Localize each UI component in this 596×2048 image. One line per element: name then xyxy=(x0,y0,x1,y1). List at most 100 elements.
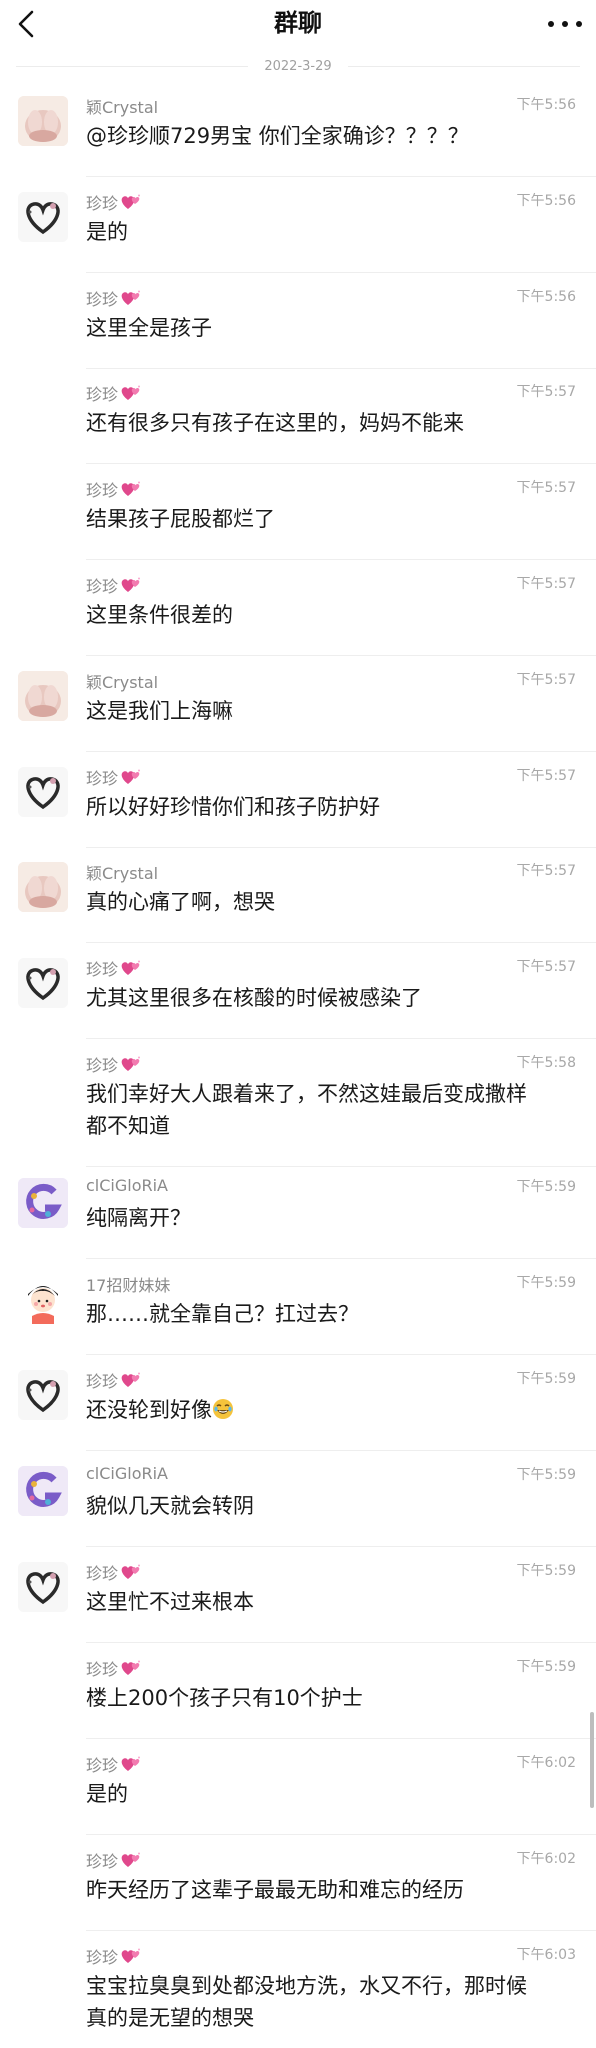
message-text-line: 都不知道 xyxy=(86,1114,170,1138)
message-text: 这里忙不过来根本 xyxy=(86,1586,572,1618)
sender-name-text: 珍珍 xyxy=(86,385,119,404)
avatar[interactable] xyxy=(18,862,68,912)
message-divider xyxy=(86,1834,596,1835)
heart-emoji-icon xyxy=(120,1371,142,1389)
message-text: 楼上200个孩子只有10个护士 xyxy=(86,1682,572,1714)
message-text-line: 真的是无望的想哭 xyxy=(86,2006,254,2030)
sender-name: 珍珍 xyxy=(86,286,142,310)
message-text: 宝宝拉臭臭到处都没地方洗，水又不行，那时候 真的是无望的想哭 xyxy=(86,1970,572,2034)
avatar[interactable] xyxy=(18,1370,68,1420)
sender-name: 珍珍 xyxy=(86,477,142,501)
heart-emoji-icon xyxy=(120,1851,142,1869)
message-divider xyxy=(86,1642,596,1643)
sender-name-text: 颖Crystal xyxy=(86,864,159,883)
sender-name-text: 珍珍 xyxy=(86,1948,119,1967)
sender-name-text: clCiGloRiA xyxy=(86,1176,168,1195)
sender-name-text: 17招财妹妹 xyxy=(86,1276,171,1295)
sender-name-text: 珍珍 xyxy=(86,1660,119,1679)
sender-name-text: 珍珍 xyxy=(86,960,119,979)
message-divider xyxy=(86,847,596,848)
message-divider xyxy=(86,751,596,752)
message-divider xyxy=(86,655,596,656)
sender-name: 珍珍 xyxy=(86,956,142,980)
message-text-line: 这里条件很差的 xyxy=(86,603,233,627)
heart-emoji-icon xyxy=(120,1659,142,1677)
avatar[interactable] xyxy=(18,767,68,817)
heart-emoji-icon xyxy=(120,1055,142,1073)
sender-name: 珍珍 xyxy=(86,1052,142,1076)
avatar[interactable] xyxy=(18,96,68,146)
message-text: 是的 xyxy=(86,216,572,248)
sender-name-text: 颖Crystal xyxy=(86,673,159,692)
heart-emoji-icon xyxy=(120,480,142,498)
message-text-line: @珍珍顺729男宝 你们全家确诊？？？？ xyxy=(86,124,469,148)
message-time: 下午5:56 xyxy=(516,289,576,305)
more-options-icon[interactable] xyxy=(548,6,582,42)
message-text-line: 是的 xyxy=(86,220,128,244)
heart-emoji-icon xyxy=(120,576,142,594)
message-divider xyxy=(86,1258,596,1259)
message-text: 那……就全靠自己？扛过去？ xyxy=(86,1298,572,1330)
message-text: 这里全是孩子 xyxy=(86,312,572,344)
avatar[interactable] xyxy=(18,1178,68,1228)
message-text: 纯隔离开？ xyxy=(86,1202,572,1234)
message-text-line: 是的 xyxy=(86,1782,128,1806)
message-divider xyxy=(86,559,596,560)
message-time: 下午5:59 xyxy=(516,1563,576,1579)
message-text-line: 昨天经历了这辈子最最无助和难忘的经历 xyxy=(86,1878,464,1902)
message-text: 所以好好珍惜你们和孩子防护好 xyxy=(86,791,572,823)
message-divider xyxy=(86,1738,596,1739)
message-divider xyxy=(86,463,596,464)
avatar[interactable] xyxy=(18,192,68,242)
message-time: 下午5:56 xyxy=(516,97,576,113)
laughing-emoji-icon xyxy=(212,1397,234,1419)
message-time: 下午5:57 xyxy=(516,384,576,400)
message-divider xyxy=(86,176,596,177)
scrollbar[interactable] xyxy=(590,1712,594,1808)
message-time: 下午5:57 xyxy=(516,576,576,592)
message-text: 貌似几天就会转阴 xyxy=(86,1490,572,1522)
heart-emoji-icon xyxy=(120,289,142,307)
message-text: 是的 xyxy=(86,1778,572,1810)
sender-name-text: 珍珍 xyxy=(86,1756,119,1775)
sender-name: clCiGloRiA xyxy=(86,1176,168,1195)
heart-emoji-icon xyxy=(120,1947,142,1965)
message-divider xyxy=(86,368,596,369)
message-text-line: 楼上200个孩子只有10个护士 xyxy=(86,1686,363,1710)
avatar[interactable] xyxy=(18,1274,68,1324)
message-text-line: 这是我们上海嘛 xyxy=(86,699,233,723)
sender-name: 颖Crystal xyxy=(86,94,158,118)
message-divider xyxy=(86,1450,596,1451)
message-time: 下午6:02 xyxy=(516,1851,576,1867)
date-text: 2022-3-29 xyxy=(264,58,332,74)
avatar[interactable] xyxy=(18,671,68,721)
sender-name: 珍珍 xyxy=(86,1560,142,1584)
date-divider: 2022-3-29 xyxy=(0,56,596,76)
message-time: 下午5:59 xyxy=(516,1275,576,1291)
page-title: 群聊 xyxy=(274,9,322,37)
heart-emoji-icon xyxy=(120,959,142,977)
avatar[interactable] xyxy=(18,1562,68,1612)
message-divider xyxy=(86,272,596,273)
sender-name: 珍珍 xyxy=(86,1752,142,1776)
avatar[interactable] xyxy=(18,958,68,1008)
sender-name-text: 珍珍 xyxy=(86,481,119,500)
message-time: 下午5:56 xyxy=(516,193,576,209)
message-divider xyxy=(86,1930,596,1931)
sender-name-text: 珍珍 xyxy=(86,577,119,596)
sender-name-text: 珍珍 xyxy=(86,769,119,788)
message-text: 结果孩子屁股都烂了 xyxy=(86,503,572,535)
message-text: @珍珍顺729男宝 你们全家确诊？？？？ xyxy=(86,120,572,152)
heart-emoji-icon xyxy=(120,384,142,402)
message-text-line: 那……就全靠自己？扛过去？ xyxy=(86,1302,359,1326)
avatar[interactable] xyxy=(18,1466,68,1516)
message-text-line: 结果孩子屁股都烂了 xyxy=(86,507,275,531)
message-divider xyxy=(86,1038,596,1039)
message-text: 真的心痛了啊，想哭 xyxy=(86,886,572,918)
message-time: 下午5:57 xyxy=(516,672,576,688)
message-time: 下午5:58 xyxy=(516,1055,576,1071)
message-text: 还有很多只有孩子在这里的，妈妈不能来 xyxy=(86,407,572,439)
message-time: 下午5:57 xyxy=(516,863,576,879)
message-text-line: 宝宝拉臭臭到处都没地方洗，水又不行，那时候 xyxy=(86,1974,527,1998)
message-text-line: 我们幸好大人跟着来了，不然这娃最后变成撒样 xyxy=(86,1082,527,1106)
